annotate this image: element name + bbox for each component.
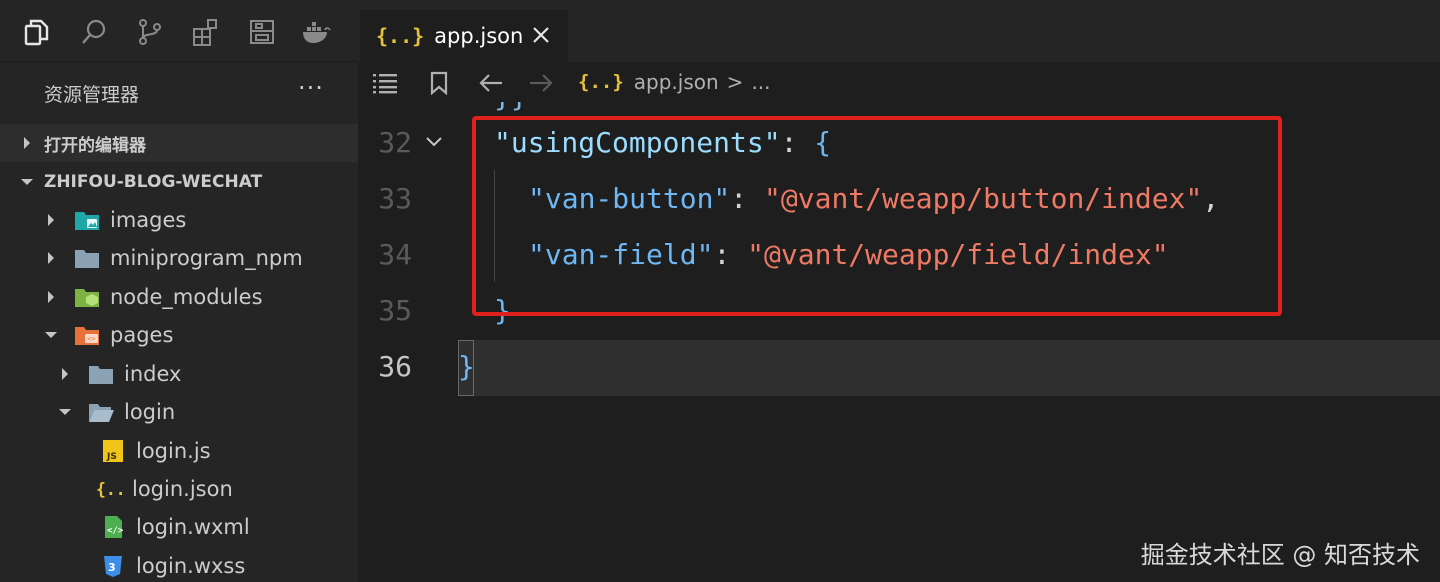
chevron-right-icon bbox=[20, 136, 34, 150]
tree-item-images[interactable]: images bbox=[0, 201, 358, 239]
editor-tabs: {..} app.json bbox=[358, 0, 1440, 62]
code-text: "van-field": "@vant/weapp/field/index" bbox=[528, 238, 1169, 271]
search-icon[interactable] bbox=[76, 14, 112, 50]
code-partial-top: }} bbox=[494, 102, 528, 113]
svg-text:<>: <> bbox=[87, 335, 95, 343]
tree-item-pages[interactable]: <> pages bbox=[0, 316, 358, 354]
json-file-icon: {..} bbox=[578, 71, 624, 93]
svg-text:{..}: {..} bbox=[96, 480, 122, 499]
tree-item-label: miniprogram_npm bbox=[110, 246, 303, 270]
code-text: } bbox=[494, 294, 511, 327]
chevron-down-icon bbox=[20, 177, 34, 187]
tree-item-label: images bbox=[110, 208, 187, 232]
open-editors-section[interactable]: 打开的编辑器 bbox=[0, 124, 358, 162]
tree-item-miniprogram-npm[interactable]: miniprogram_npm bbox=[0, 239, 358, 277]
svg-text:3: 3 bbox=[108, 561, 116, 574]
svg-text:</>: </> bbox=[107, 526, 124, 536]
close-icon[interactable] bbox=[528, 22, 554, 48]
wxml-file-icon: </> bbox=[100, 515, 126, 539]
tree-item-login-js[interactable]: JS login.js bbox=[0, 432, 358, 470]
line-number: 34 bbox=[378, 238, 412, 271]
tree-item-label: node_modules bbox=[110, 285, 263, 309]
code-line: 35 } bbox=[358, 284, 1440, 340]
code-text: "van-button": "@vant/weapp/button/index"… bbox=[528, 182, 1220, 215]
arrow-forward-icon[interactable] bbox=[526, 68, 556, 98]
node-folder-icon bbox=[74, 285, 100, 309]
layout-icon[interactable] bbox=[244, 14, 280, 50]
svg-text:JS: JS bbox=[106, 452, 117, 462]
bookmark-icon[interactable] bbox=[424, 68, 454, 98]
extensions-icon[interactable] bbox=[188, 14, 224, 50]
code-editor[interactable]: }} 32 "usingComponents": { 33 "van-butto… bbox=[358, 102, 1440, 582]
folder-open-icon bbox=[88, 400, 114, 424]
tree-item-label: login.wxss bbox=[136, 554, 246, 578]
breadcrumb[interactable]: {..} app.json > ... bbox=[578, 70, 771, 94]
line-number: 35 bbox=[378, 294, 412, 327]
editor-toolbar: {..} app.json > ... bbox=[358, 62, 1440, 102]
tree-item-login-json[interactable]: {..} login.json bbox=[0, 470, 358, 508]
list-icon[interactable] bbox=[370, 68, 400, 98]
json-file-icon: {..} bbox=[376, 24, 425, 48]
images-folder-icon bbox=[74, 208, 100, 232]
open-editors-label: 打开的编辑器 bbox=[44, 135, 146, 156]
watermark: 掘金技术社区 @ 知否技术 bbox=[1140, 541, 1420, 569]
chevron-right-icon: > bbox=[726, 70, 744, 94]
tree-item-node-modules[interactable]: node_modules bbox=[0, 278, 358, 316]
code-line: 32 "usingComponents": { bbox=[358, 116, 1440, 172]
tree-item-index[interactable]: index bbox=[0, 355, 358, 393]
tree-item-login-wxss[interactable]: 3 login.wxss bbox=[0, 547, 358, 582]
tree-item-label: login.wxml bbox=[136, 515, 250, 539]
code-line: 33 "van-button": "@vant/weapp/button/ind… bbox=[358, 172, 1440, 228]
explorer-sidebar: 资源管理器 ··· 打开的编辑器 ZHIFOU-BLOG-WECHAT imag… bbox=[0, 62, 358, 582]
activity-bar bbox=[0, 0, 358, 62]
css-file-icon: 3 bbox=[100, 554, 126, 578]
chevron-right-icon bbox=[44, 290, 58, 304]
tree-item-label: index bbox=[124, 362, 182, 386]
project-section[interactable]: ZHIFOU-BLOG-WECHAT bbox=[0, 163, 358, 201]
tree-item-login-wxml[interactable]: </> login.wxml bbox=[0, 508, 358, 546]
chevron-down-icon[interactable] bbox=[424, 132, 444, 152]
code-line: 34 "van-field": "@vant/weapp/field/index… bbox=[358, 228, 1440, 284]
chevron-down-icon bbox=[58, 407, 72, 417]
tree-item-label: login.js bbox=[136, 439, 211, 463]
bracket-match-mark bbox=[458, 340, 474, 396]
breadcrumb-file[interactable]: app.json bbox=[634, 70, 719, 94]
tab-label: app.json bbox=[434, 24, 524, 48]
sidebar-header: 资源管理器 ··· bbox=[0, 62, 358, 122]
tree-item-label: login bbox=[124, 400, 176, 424]
explorer-icon[interactable] bbox=[18, 14, 54, 50]
line-number: 36 bbox=[378, 350, 412, 383]
source-control-icon[interactable] bbox=[132, 14, 168, 50]
code-text: "usingComponents": { bbox=[494, 126, 832, 159]
pages-folder-icon: <> bbox=[74, 323, 100, 347]
chevron-right-icon bbox=[44, 213, 58, 227]
tree-item-label: pages bbox=[110, 323, 174, 347]
tab-app-json[interactable]: {..} app.json bbox=[360, 10, 568, 62]
docker-icon[interactable] bbox=[298, 14, 334, 50]
line-number: 33 bbox=[378, 182, 412, 215]
code-line: 36 } bbox=[358, 340, 1440, 396]
js-file-icon: JS bbox=[100, 439, 126, 463]
folder-icon bbox=[88, 362, 114, 386]
json-file-icon: {..} bbox=[96, 477, 122, 501]
vscode-window: 资源管理器 ··· 打开的编辑器 ZHIFOU-BLOG-WECHAT imag… bbox=[0, 0, 1440, 582]
folder-icon bbox=[74, 246, 100, 270]
sidebar-title: 资源管理器 bbox=[44, 84, 140, 106]
arrow-back-icon[interactable] bbox=[476, 68, 506, 98]
chevron-down-icon bbox=[44, 330, 58, 340]
tree-item-label: login.json bbox=[132, 477, 233, 501]
breadcrumb-rest[interactable]: ... bbox=[751, 70, 770, 94]
project-label: ZHIFOU-BLOG-WECHAT bbox=[44, 172, 263, 192]
line-number: 32 bbox=[378, 126, 412, 159]
tree-item-login[interactable]: login bbox=[0, 393, 358, 431]
more-actions-button[interactable]: ··· bbox=[298, 74, 324, 102]
chevron-right-icon bbox=[58, 367, 72, 381]
chevron-right-icon bbox=[44, 251, 58, 265]
